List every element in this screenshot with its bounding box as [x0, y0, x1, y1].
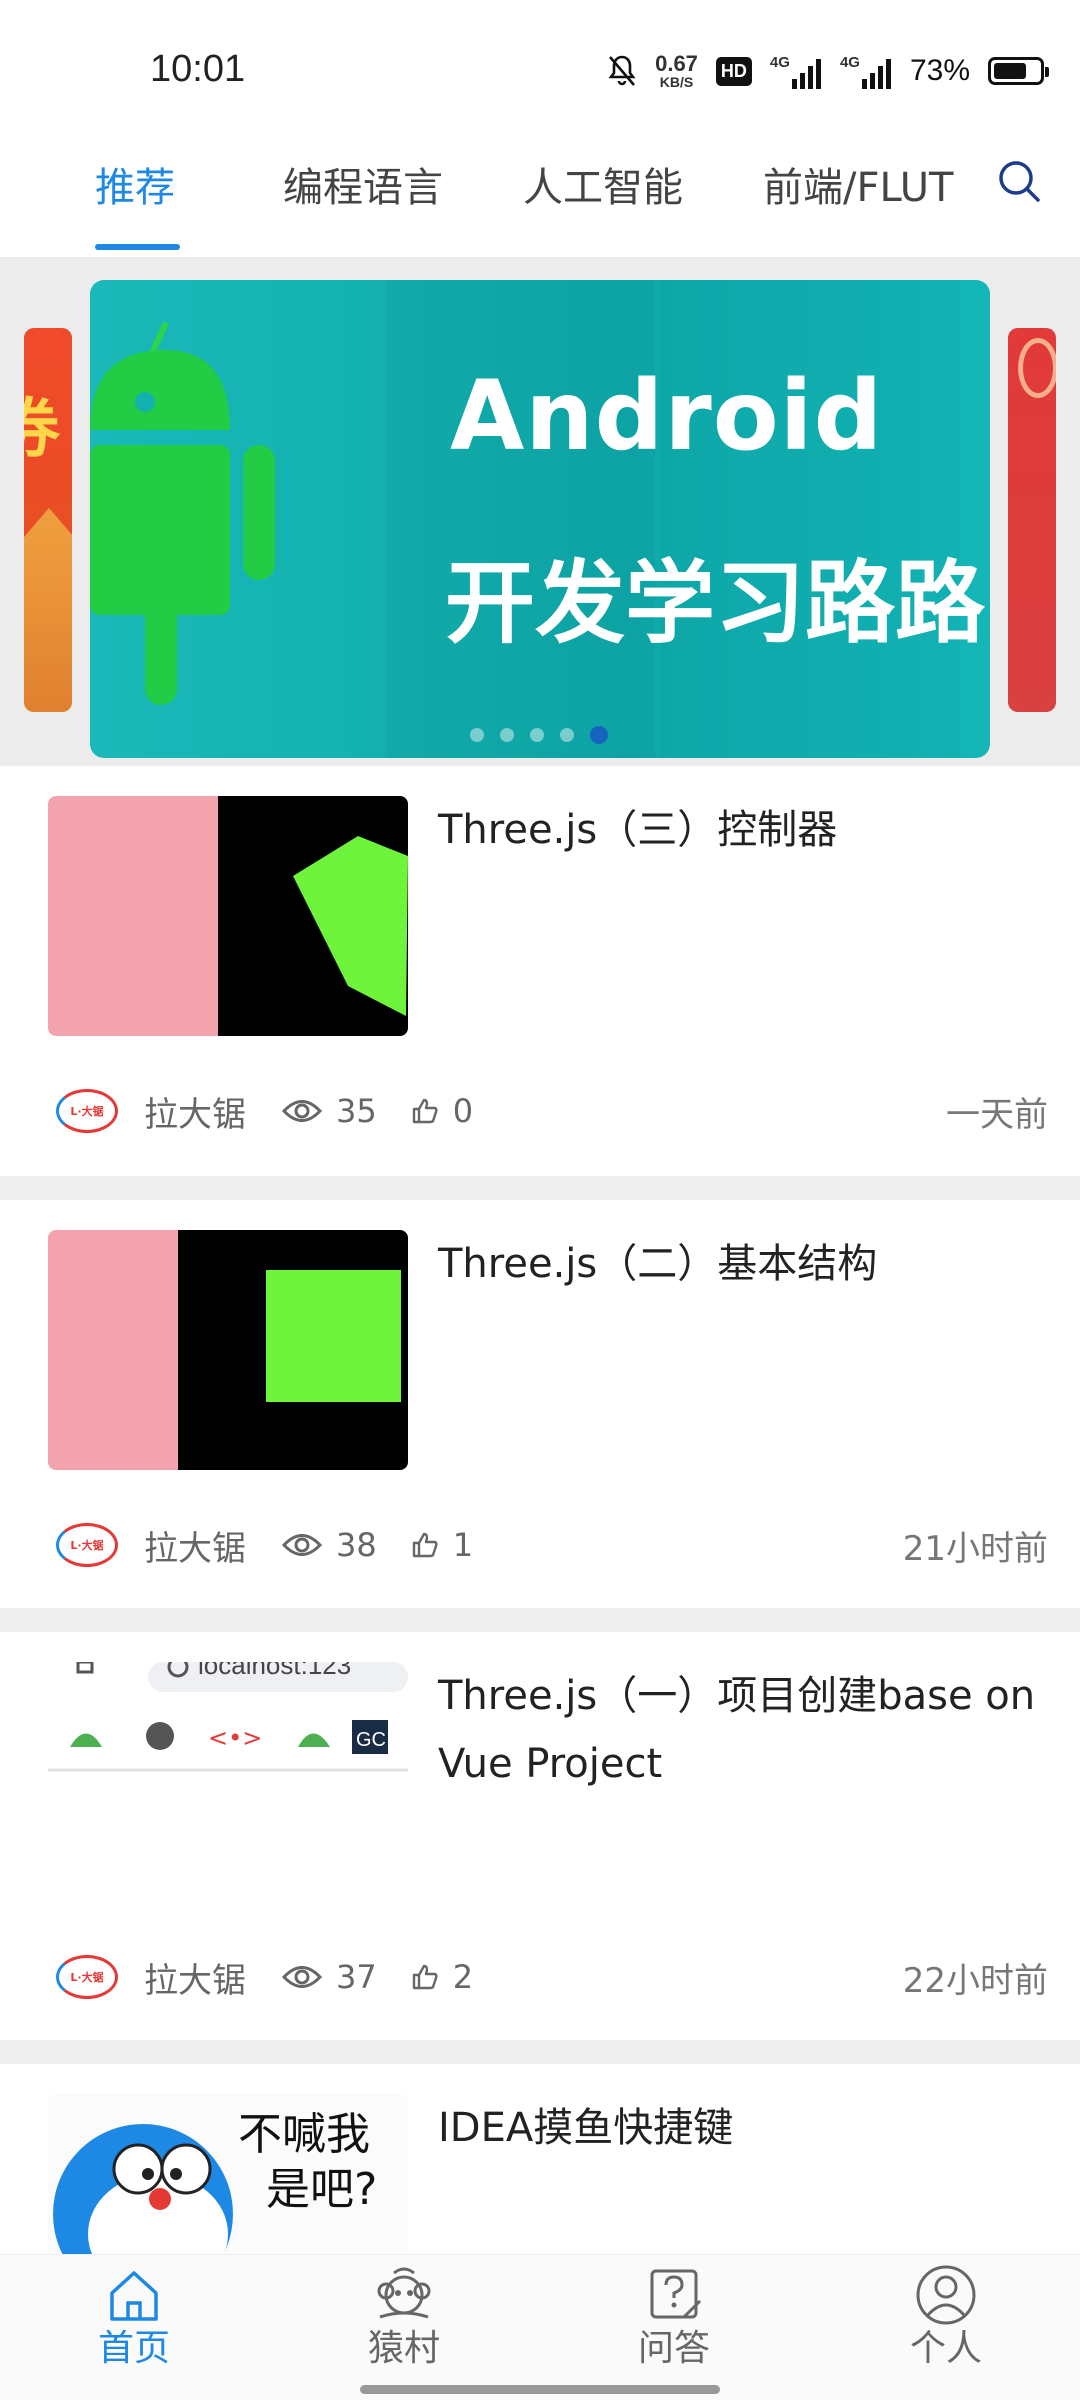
article-card[interactable]: localhost:123 <•> GC Three.js（一）项目创建base… [0, 1632, 1080, 2040]
tab-ai[interactable]: 人工智能 [523, 155, 683, 213]
monkey-icon [377, 2267, 431, 2319]
like-count: 0 [452, 1092, 474, 1130]
gesture-home-bar[interactable] [360, 2385, 720, 2394]
signal-icon: 4G [770, 54, 822, 89]
article-title[interactable]: Three.js（二）基本结构 [438, 1230, 1048, 1298]
like-count: 2 [452, 1958, 474, 1996]
author-avatar[interactable]: L·大锯 [56, 1955, 118, 1999]
svg-text:<•>: <•> [208, 1724, 262, 1752]
nav-yuancun[interactable]: 猿村 [324, 2265, 484, 2385]
carousel-dots [470, 726, 608, 744]
carousel-dot[interactable] [560, 728, 574, 742]
article-card[interactable]: Three.js（三）控制器 L·大锯 拉大锯 35 0 一天前 [0, 766, 1080, 1176]
thumbs-up-icon[interactable] [411, 1097, 439, 1125]
status-time: 10:01 [150, 48, 246, 90]
thumbs-up-icon[interactable] [411, 1963, 439, 1991]
svg-text:localhost:123: localhost:123 [198, 1662, 351, 1680]
post-time: 22小时前 [902, 1960, 1048, 2001]
view-count: 37 [336, 1958, 377, 1996]
eye-icon [282, 1534, 322, 1556]
like-count: 1 [452, 1526, 474, 1564]
banner-prev-slide[interactable]: 券 [24, 328, 72, 712]
tab-frontend-flutter[interactable]: 前端/FLUT [763, 155, 954, 213]
article-card[interactable]: Three.js（二）基本结构 L·大锯 拉大锯 38 1 21小时前 [0, 1200, 1080, 1608]
view-count: 35 [336, 1092, 377, 1130]
question-icon [650, 2269, 702, 2319]
article-thumbnail [48, 1230, 408, 1470]
active-tab-indicator [95, 244, 180, 250]
signal-icon-2: 4G [840, 54, 892, 89]
divider [0, 1176, 1080, 1200]
home-icon [110, 2271, 158, 2321]
svg-text:GC: GC [356, 1729, 386, 1751]
divider [0, 1608, 1080, 1632]
post-time: 21小时前 [902, 1528, 1048, 1569]
battery-icon [988, 57, 1049, 85]
status-bar: 10:01 0.67 KB/S HD 4G 4G 73% [0, 0, 1080, 130]
svg-text:是吧?: 是吧? [266, 2164, 377, 2215]
battery-percent: 73% [909, 54, 970, 87]
author-avatar[interactable]: L·大锯 [56, 1523, 118, 1567]
banner-subtitle: 开发学习路路 [445, 551, 985, 656]
article-meta: L·大锯 拉大锯 35 0 一天前 [56, 1086, 1048, 1136]
search-icon[interactable] [996, 158, 1042, 204]
author-avatar[interactable]: L·大锯 [56, 1089, 118, 1133]
article-thumbnail: localhost:123 <•> GC [48, 1662, 408, 1902]
banner-next-slide[interactable] [1008, 328, 1056, 712]
banner-slide[interactable]: Android 开发学习路路 [90, 280, 990, 758]
eye-icon [282, 1100, 322, 1122]
eye-icon [282, 1966, 322, 1988]
nav-qa[interactable]: 问答 [594, 2265, 754, 2385]
author-name[interactable]: 拉大锯 [144, 1087, 246, 1136]
network-speed: 0.67 KB/S [655, 51, 698, 90]
article-title[interactable]: Three.js（一）项目创建base on Vue Project [438, 1662, 1048, 1798]
article-meta: L·大锯 拉大锯 37 2 22小时前 [56, 1952, 1048, 2002]
android-logo-icon [90, 322, 275, 705]
article-title[interactable]: IDEA摸鱼快捷键 [438, 2094, 1048, 2162]
hd-badge: HD [715, 56, 752, 86]
divider [0, 2040, 1080, 2064]
post-time: 一天前 [946, 1094, 1048, 1135]
tab-programming-languages[interactable]: 编程语言 [283, 155, 443, 213]
carousel-dot-active[interactable] [590, 726, 608, 744]
article-thumbnail [48, 796, 408, 1036]
nav-profile[interactable]: 个人 [866, 2265, 1026, 2385]
article-card[interactable]: 不喊我 是吧? IDEA摸鱼快捷键 [0, 2064, 1080, 2254]
article-title[interactable]: Three.js（三）控制器 [438, 796, 1048, 864]
tab-recommend[interactable]: 推荐 [95, 155, 175, 213]
banner-title: Android [450, 360, 884, 472]
svg-text:不喊我: 不喊我 [238, 2109, 370, 2160]
carousel-dot[interactable] [500, 728, 514, 742]
bell-off-icon [607, 54, 637, 88]
banner-carousel[interactable]: 券 Android 开发学习路路 [0, 258, 1080, 766]
view-count: 38 [336, 1526, 377, 1564]
person-icon [916, 2265, 976, 2325]
bottom-navigation: 首页 猿村 问答 个人 [0, 2254, 1080, 2400]
author-name[interactable]: 拉大锯 [144, 1521, 246, 1570]
article-meta: L·大锯 拉大锯 38 1 21小时前 [56, 1520, 1048, 1570]
author-name[interactable]: 拉大锯 [144, 1953, 246, 2002]
carousel-dot[interactable] [470, 728, 484, 742]
status-icons: 0.67 KB/S HD 4G 4G 73% [607, 48, 1049, 94]
nav-home[interactable]: 首页 [54, 2265, 214, 2385]
category-tabs: 推荐 编程语言 人工智能 前端/FLUT [0, 130, 1080, 258]
thumbs-up-icon[interactable] [411, 1531, 439, 1559]
carousel-dot[interactable] [530, 728, 544, 742]
article-thumbnail: 不喊我 是吧? [48, 2094, 408, 2254]
